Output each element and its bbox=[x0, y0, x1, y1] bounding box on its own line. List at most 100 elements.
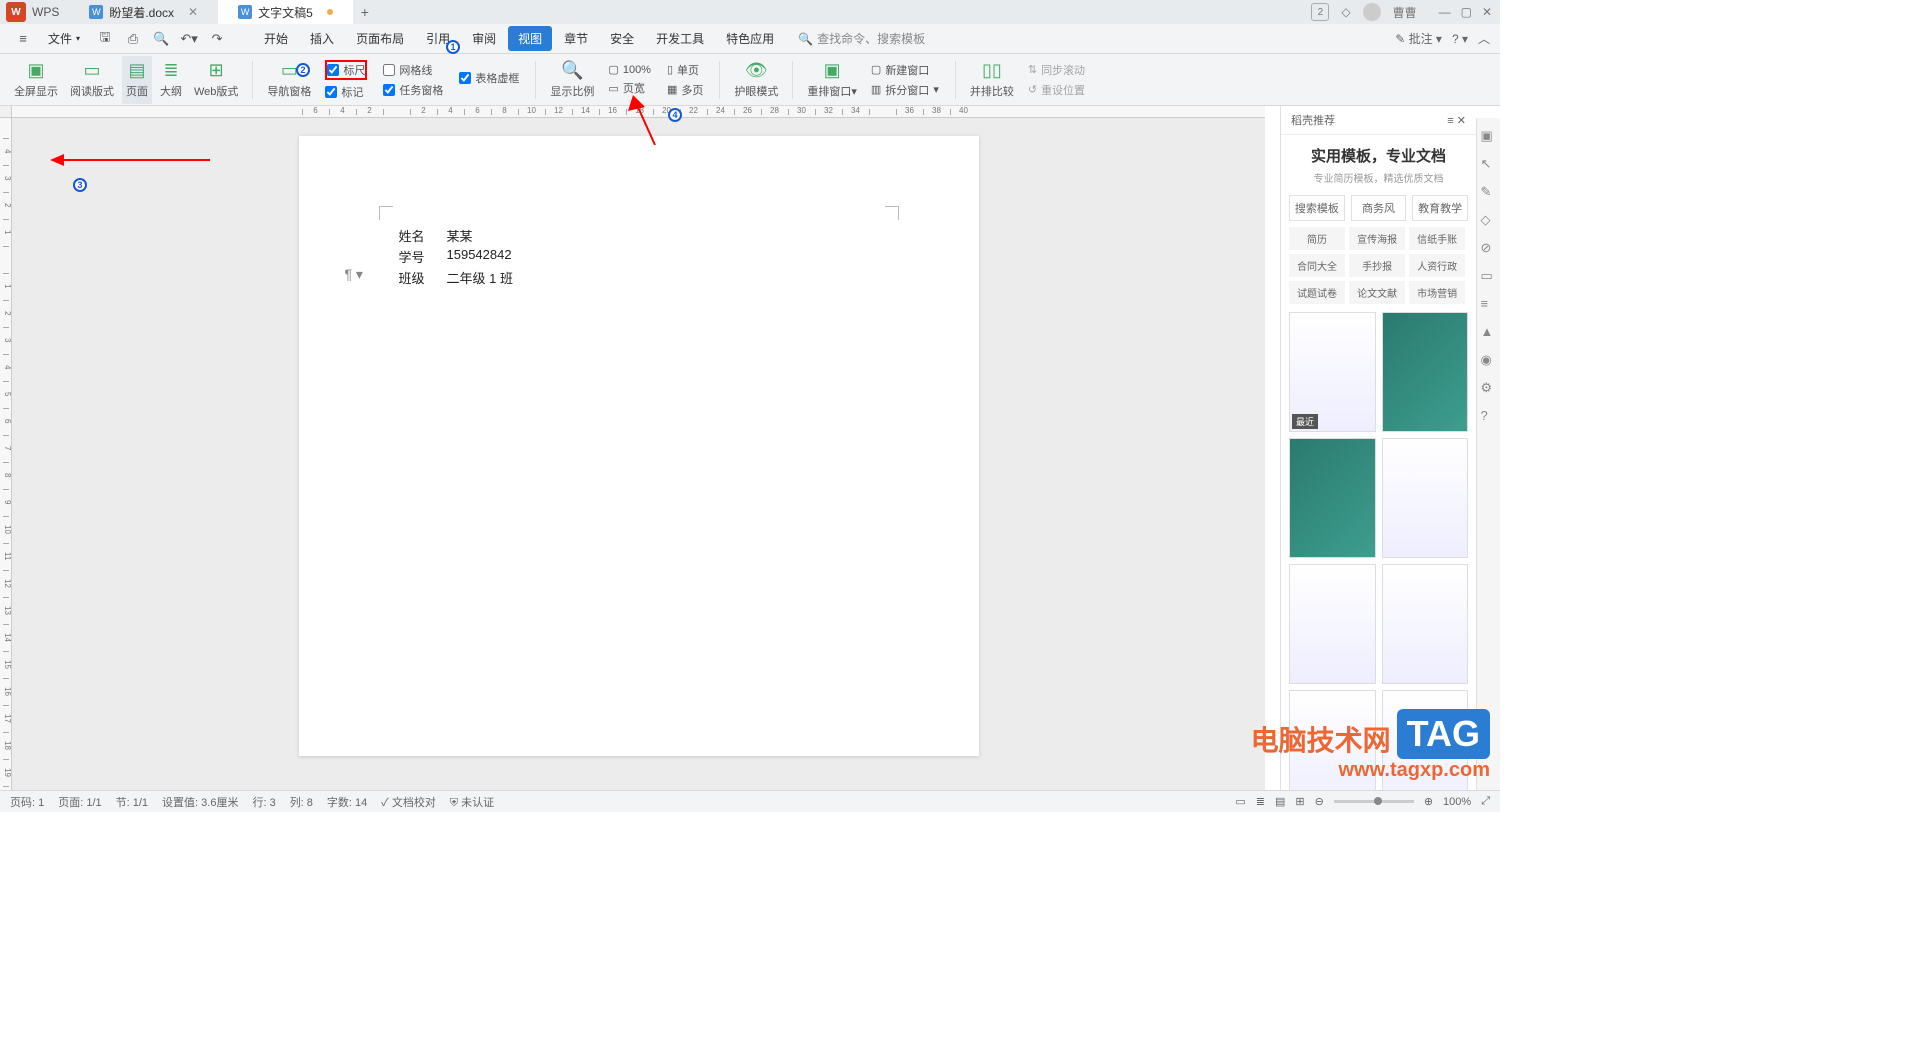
maximize-icon[interactable]: ▢ bbox=[1461, 5, 1472, 19]
template-tag[interactable]: 合同大全 bbox=[1289, 254, 1345, 277]
print-icon[interactable]: ⎙ bbox=[120, 26, 146, 52]
template-tag[interactable]: 宣传海报 bbox=[1349, 227, 1405, 250]
vertical-ruler[interactable]: 4321123456789101112131415161718192021222… bbox=[0, 118, 12, 790]
document-tab-active[interactable]: W 文字文稿5 bbox=[218, 0, 353, 24]
status-line[interactable]: 行: 3 bbox=[252, 794, 275, 810]
zoom-slider[interactable] bbox=[1334, 800, 1414, 803]
chart-icon[interactable]: ◉ bbox=[1481, 352, 1497, 368]
clipboard-icon[interactable]: ▭ bbox=[1481, 268, 1497, 284]
style-icon[interactable]: ✎ bbox=[1481, 184, 1497, 200]
markup-checkbox[interactable]: 标记 bbox=[325, 84, 367, 100]
batch-comment[interactable]: ✎ 批注 ▾ bbox=[1395, 30, 1442, 47]
status-col[interactable]: 列: 8 bbox=[290, 794, 313, 810]
template-tag[interactable]: 市场营销 bbox=[1409, 281, 1465, 304]
menu-references[interactable]: 引用 bbox=[416, 26, 460, 51]
gridlines-checkbox[interactable]: 网格线 bbox=[383, 62, 443, 78]
status-words[interactable]: 字数: 14 bbox=[327, 794, 367, 810]
menu-section[interactable]: 章节 bbox=[554, 26, 598, 51]
menu-start[interactable]: 开始 bbox=[254, 26, 298, 51]
notification-icon[interactable]: 2 bbox=[1311, 3, 1329, 21]
eye-mode-button[interactable]: 👁护眼模式 bbox=[730, 56, 782, 104]
menu-review[interactable]: 审阅 bbox=[462, 26, 506, 51]
menu-security[interactable]: 安全 bbox=[600, 26, 644, 51]
menu-layout[interactable]: 页面布局 bbox=[346, 26, 414, 51]
status-spellcheck[interactable]: ✓ 文档校对 bbox=[381, 794, 436, 810]
menu-devtools[interactable]: 开发工具 bbox=[646, 26, 714, 51]
table-gridlines-checkbox[interactable]: 表格虚框 bbox=[459, 70, 519, 86]
template-tag[interactable]: 试题试卷 bbox=[1289, 281, 1345, 304]
template-thumb[interactable] bbox=[1382, 438, 1469, 558]
collapse-ribbon-icon[interactable]: ︿ bbox=[1478, 30, 1490, 47]
template-tag[interactable]: 手抄报 bbox=[1349, 254, 1405, 277]
new-tab-button[interactable]: + bbox=[353, 4, 377, 20]
zoom-button[interactable]: 🔍显示比例 bbox=[546, 56, 598, 104]
zoom-100-button[interactable]: ▢ 100% bbox=[608, 63, 651, 76]
template-thumb[interactable] bbox=[1289, 438, 1376, 558]
menu-insert[interactable]: 插入 bbox=[300, 26, 344, 51]
template-thumb[interactable] bbox=[1382, 312, 1469, 432]
status-auth[interactable]: ⛨ 未认证 bbox=[450, 794, 494, 810]
template-thumb[interactable] bbox=[1289, 564, 1376, 684]
save-icon[interactable]: 🖫 bbox=[92, 26, 118, 52]
fullscreen-button[interactable]: ▣全屏显示 bbox=[10, 56, 62, 104]
panel-tab-search[interactable]: 搜索模板 bbox=[1289, 195, 1345, 221]
settings-icon[interactable]: ⚙ bbox=[1481, 380, 1497, 396]
template-tag[interactable]: 论文文献 bbox=[1349, 281, 1405, 304]
file-menu[interactable]: 文件 ▾ bbox=[38, 26, 90, 51]
status-page-no[interactable]: 页码: 1 bbox=[10, 794, 44, 810]
template-tag[interactable]: 信纸手账 bbox=[1409, 227, 1465, 250]
fit-icon[interactable]: ⤢ bbox=[1481, 795, 1490, 808]
document-tab[interactable]: W 盼望着.docx ✕ bbox=[69, 0, 218, 24]
view-mode-icon[interactable]: ▤ bbox=[1275, 795, 1285, 808]
horizontal-ruler[interactable]: 642246810121416182022242628303234363840 bbox=[12, 106, 1265, 118]
outline-button[interactable]: ≣大纲 bbox=[156, 56, 186, 104]
panel-title[interactable]: 稻壳推荐 bbox=[1291, 112, 1335, 128]
new-window-button[interactable]: ▢ 新建窗口 bbox=[871, 62, 939, 78]
one-page-button[interactable]: ▯ 单页 bbox=[667, 62, 703, 78]
document-area[interactable]: ¶ ▾ 姓名某某 学号159542842 班级二年级 1 班 bbox=[12, 118, 1265, 790]
shape-icon[interactable]: ◇ bbox=[1481, 212, 1497, 228]
view-mode-icon[interactable]: ≣ bbox=[1256, 795, 1265, 808]
avatar-icon[interactable] bbox=[1363, 3, 1381, 21]
panel-tab-business[interactable]: 商务风 bbox=[1351, 195, 1407, 221]
page-layout-button[interactable]: ▤页面 bbox=[122, 56, 152, 104]
page-width-button[interactable]: ▭ 页宽 bbox=[608, 80, 651, 96]
undo-icon[interactable]: ↶▾ bbox=[176, 26, 202, 52]
panel-tab-education[interactable]: 教育教学 bbox=[1412, 195, 1468, 221]
web-layout-button[interactable]: ⊞Web版式 bbox=[190, 56, 242, 104]
split-window-button[interactable]: ▥ 拆分窗口▾ bbox=[871, 82, 939, 98]
ruler-checkbox[interactable]: 标尺 bbox=[325, 60, 367, 80]
paragraph-mark-icon[interactable]: ¶ ▾ bbox=[345, 266, 363, 283]
redo-icon[interactable]: ↷ bbox=[204, 26, 230, 52]
zoom-in-icon[interactable]: ⊕ bbox=[1424, 795, 1433, 808]
image-icon[interactable]: ▲ bbox=[1481, 324, 1497, 340]
nav-pane-button[interactable]: ▭导航窗格 bbox=[263, 56, 315, 104]
compare-button[interactable]: ▯▯并排比较 bbox=[966, 56, 1018, 104]
status-section[interactable]: 节: 1/1 bbox=[116, 794, 148, 810]
template-tag[interactable]: 人资行政 bbox=[1409, 254, 1465, 277]
minimize-icon[interactable]: — bbox=[1439, 5, 1451, 19]
close-window-icon[interactable]: ✕ bbox=[1482, 5, 1492, 19]
menu-icon[interactable]: ≡ bbox=[10, 26, 36, 52]
view-mode-icon[interactable]: ▭ bbox=[1235, 795, 1245, 808]
menu-view[interactable]: 视图 bbox=[508, 26, 552, 51]
panel-menu-icon[interactable]: ≡ bbox=[1447, 115, 1453, 127]
status-page[interactable]: 页面: 1/1 bbox=[58, 794, 101, 810]
zoom-value[interactable]: 100% bbox=[1443, 796, 1471, 808]
template-thumb[interactable]: 最近 bbox=[1289, 312, 1376, 432]
select-icon[interactable]: ↖ bbox=[1481, 156, 1497, 172]
close-icon[interactable]: ✕ bbox=[188, 5, 198, 19]
zoom-out-icon[interactable]: ⊖ bbox=[1315, 795, 1324, 808]
taskpane-checkbox[interactable]: 任务窗格 bbox=[383, 82, 443, 98]
property-icon[interactable]: ≡ bbox=[1481, 296, 1497, 312]
menu-special[interactable]: 特色应用 bbox=[716, 26, 784, 51]
arrange-button[interactable]: ▣重排窗口▾ bbox=[803, 56, 861, 104]
reading-layout-button[interactable]: ▭阅读版式 bbox=[66, 56, 118, 104]
template-thumb[interactable] bbox=[1382, 564, 1469, 684]
template-tag[interactable]: 简历 bbox=[1289, 227, 1345, 250]
menu-search[interactable]: 🔍 查找命令、搜索模板 bbox=[798, 30, 925, 47]
help-sidebar-icon[interactable]: ? bbox=[1481, 408, 1497, 424]
status-position[interactable]: 设置值: 3.6厘米 bbox=[162, 794, 238, 810]
suitcase-icon[interactable]: ▣ bbox=[1481, 128, 1497, 144]
limit-icon[interactable]: ⊘ bbox=[1481, 240, 1497, 256]
